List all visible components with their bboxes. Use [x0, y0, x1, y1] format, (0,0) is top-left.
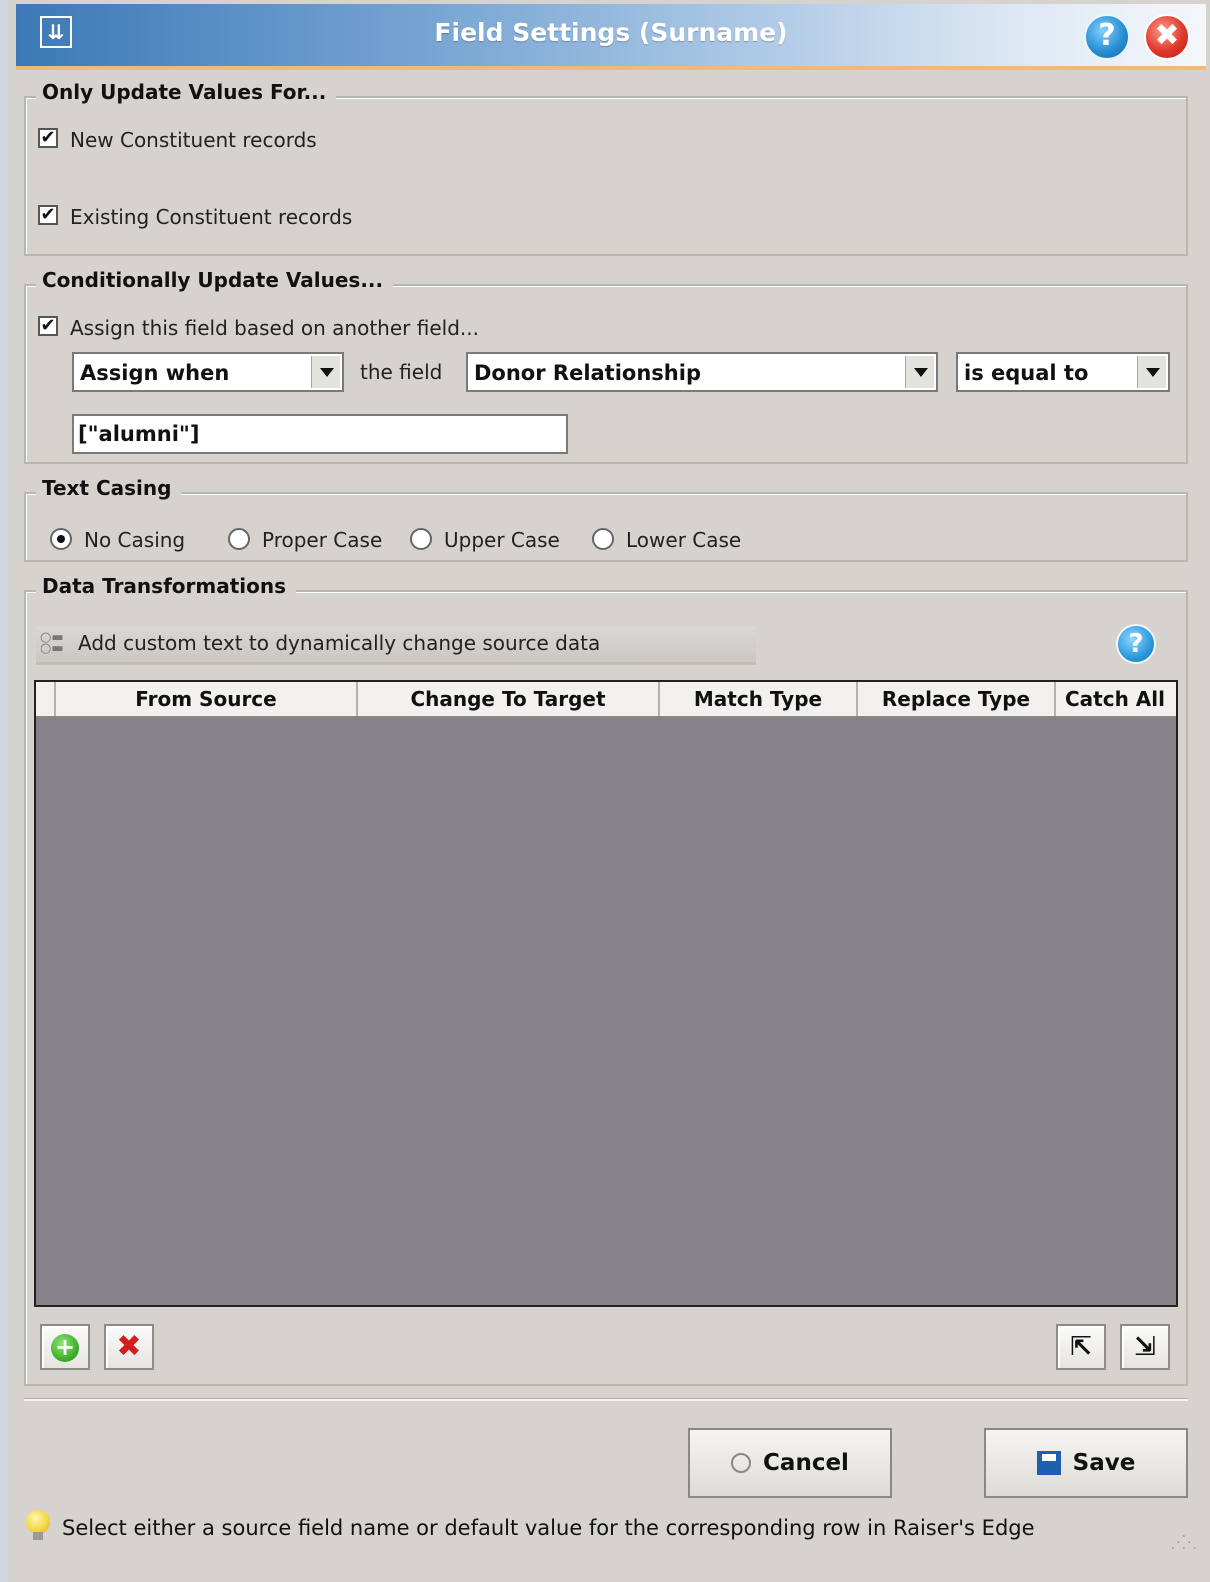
column-catch-all[interactable]: Catch All	[1056, 682, 1174, 716]
only-update-title: Only Update Values For...	[36, 80, 337, 104]
assign-based-checkbox[interactable]: ✔	[38, 316, 58, 336]
resize-grip-icon[interactable]: · · · · · ·	[1171, 1530, 1198, 1556]
operator-value: is equal to	[964, 361, 1089, 385]
save-button[interactable]: Save	[984, 1428, 1188, 1498]
transformations-table[interactable]: From Source Change To Target Match Type …	[34, 680, 1178, 1307]
export-icon: ⇱	[1070, 1332, 1092, 1362]
new-records-label: New Constituent records	[70, 128, 317, 152]
lightbulb-icon	[26, 1510, 50, 1540]
import-icon: ⇲	[1134, 1332, 1156, 1362]
existing-records-label: Existing Constituent records	[70, 205, 353, 229]
export-button[interactable]: ⇱	[1056, 1324, 1106, 1370]
status-bar: Select either a source field name or def…	[16, 1504, 1206, 1558]
window-title: Field Settings (Surname)	[434, 18, 788, 47]
column-change-to-target[interactable]: Change To Target	[358, 682, 660, 716]
no-casing-radio[interactable]	[50, 528, 72, 550]
help-icon[interactable]: ?	[1084, 14, 1130, 60]
delete-icon: ✖	[116, 1329, 142, 1364]
title-bar[interactable]: ⇊ Field Settings (Surname) ? ✖	[16, 4, 1206, 70]
existing-records-checkbox[interactable]: ✔	[38, 205, 58, 225]
proper-case-label: Proper Case	[262, 528, 383, 552]
text-casing-title: Text Casing	[36, 476, 182, 500]
plus-icon: +	[51, 1333, 79, 1362]
import-button[interactable]: ⇲	[1120, 1324, 1170, 1370]
chevron-down-icon[interactable]	[1137, 356, 1166, 388]
cancel-icon	[731, 1453, 752, 1473]
column-match-type[interactable]: Match Type	[660, 682, 858, 716]
text-casing-group: Text Casing No Casing Proper Case Upper …	[24, 476, 1188, 562]
conditional-update-title: Conditionally Update Values...	[36, 268, 394, 292]
chevron-down-icon[interactable]	[905, 356, 934, 388]
condition-value-text: ["alumni"]	[78, 422, 200, 446]
cancel-label: Cancel	[763, 1450, 849, 1476]
field-value: Donor Relationship	[474, 361, 701, 385]
no-casing-label: No Casing	[84, 528, 186, 552]
the-field-label: the field	[360, 360, 443, 384]
assign-when-value: Assign when	[80, 361, 230, 385]
field-settings-window: ⇊ Field Settings (Surname) ? ✖ Only Upda…	[0, 0, 1210, 1582]
operator-dropdown[interactable]: is equal to	[956, 352, 1170, 392]
condition-value-input[interactable]: ["alumni"]	[72, 414, 568, 454]
divider	[24, 1398, 1188, 1401]
floppy-disk-icon	[1036, 1451, 1061, 1475]
column-replace-type[interactable]: Replace Type	[858, 682, 1056, 716]
upper-case-radio[interactable]	[410, 528, 432, 550]
cancel-button[interactable]: Cancel	[688, 1428, 892, 1498]
conditional-update-group: Conditionally Update Values... ✔ Assign …	[24, 268, 1188, 464]
close-icon[interactable]: ✖	[1144, 14, 1190, 60]
column-from-source[interactable]: From Source	[56, 682, 358, 716]
assign-when-dropdown[interactable]: Assign when	[72, 352, 344, 392]
list-icon: ○▬ ○▬	[40, 630, 64, 656]
add-row-button[interactable]: +	[40, 1324, 90, 1370]
lower-case-label: Lower Case	[626, 528, 742, 552]
field-dropdown[interactable]: Donor Relationship	[466, 352, 938, 392]
assign-based-label: Assign this field based on another field…	[70, 316, 479, 340]
chevron-down-icon[interactable]	[311, 356, 340, 388]
lower-case-radio[interactable]	[592, 528, 614, 550]
proper-case-radio[interactable]	[228, 528, 250, 550]
new-records-checkbox[interactable]: ✔	[38, 128, 58, 148]
help-icon[interactable]: ?	[1116, 624, 1156, 664]
data-transformations-title: Data Transformations	[36, 574, 297, 598]
status-text: Select either a source field name or def…	[62, 1516, 1035, 1540]
row-selector-header	[36, 682, 56, 716]
save-label: Save	[1072, 1450, 1136, 1476]
table-header: From Source Change To Target Match Type …	[36, 682, 1176, 717]
upper-case-label: Upper Case	[444, 528, 560, 552]
delete-row-button[interactable]: ✖	[104, 1324, 154, 1370]
transformation-hint-bar: ○▬ ○▬ Add custom text to dynamically chan…	[36, 626, 756, 665]
only-update-group: Only Update Values For... ✔ New Constitu…	[24, 80, 1188, 256]
transformation-hint: Add custom text to dynamically change so…	[78, 631, 601, 655]
